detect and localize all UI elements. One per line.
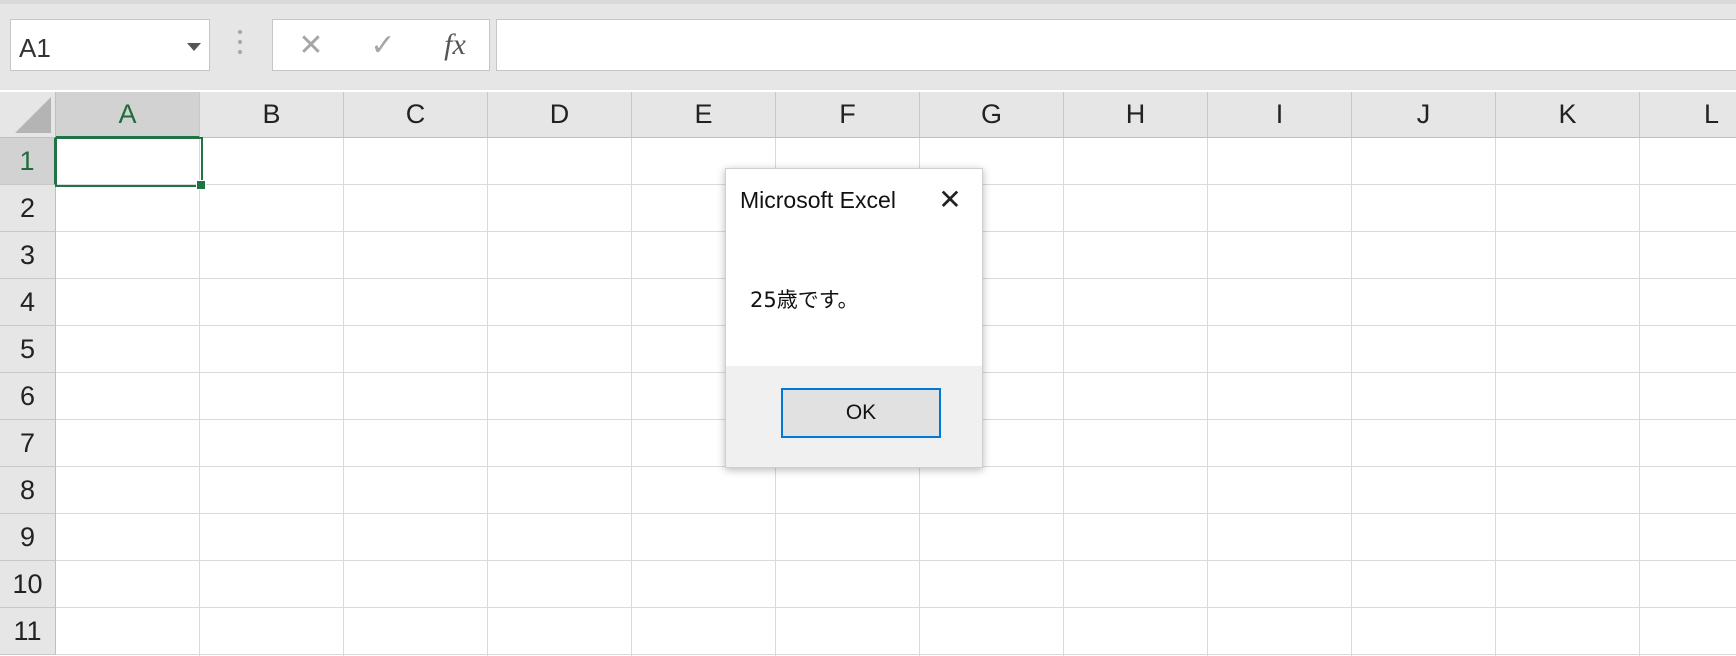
formula-bar-area: A1 ✕ ✓ fx <box>0 0 1736 90</box>
row-header-7[interactable]: 7 <box>0 420 56 467</box>
enter-icon[interactable]: ✓ <box>353 20 413 70</box>
gridline-vertical <box>631 138 632 656</box>
fill-handle[interactable] <box>196 180 206 190</box>
gridline-vertical <box>1063 138 1064 656</box>
close-icon[interactable]: ✕ <box>930 179 970 219</box>
name-box[interactable]: A1 <box>10 19 210 71</box>
row-header-9[interactable]: 9 <box>0 514 56 561</box>
function-icon[interactable]: fx <box>425 20 485 70</box>
gridline-vertical <box>199 138 200 656</box>
gridline-horizontal <box>56 654 1736 655</box>
select-all-triangle-icon <box>15 97 51 133</box>
row-header-11[interactable]: 11 <box>0 608 56 655</box>
gridline-horizontal <box>56 513 1736 514</box>
row-header-5[interactable]: 5 <box>0 326 56 373</box>
column-header-k[interactable]: K <box>1496 92 1640 138</box>
row-header-6[interactable]: 6 <box>0 373 56 420</box>
dialog-button-bar: OK <box>726 366 982 467</box>
gridline-vertical <box>487 138 488 656</box>
row-header-1[interactable]: 1 <box>0 138 56 185</box>
gridline-vertical <box>1207 138 1208 656</box>
column-header-l[interactable]: L <box>1640 92 1736 138</box>
ok-button[interactable]: OK <box>781 388 941 438</box>
column-header-f[interactable]: F <box>776 92 920 138</box>
column-header-a[interactable]: A <box>56 92 200 138</box>
ribbon-bottom-edge <box>0 0 1736 4</box>
column-header-h[interactable]: H <box>1064 92 1208 138</box>
message-box-dialog: Microsoft Excel ✕ 25歳です。 OK <box>725 168 983 468</box>
gridline-horizontal <box>56 560 1736 561</box>
resize-grip-icon[interactable] <box>237 30 243 60</box>
formula-buttons: ✕ ✓ fx <box>272 19 490 71</box>
dialog-title: Microsoft Excel <box>740 187 896 213</box>
column-header-e[interactable]: E <box>632 92 776 138</box>
column-header-d[interactable]: D <box>488 92 632 138</box>
formula-input[interactable] <box>496 19 1736 71</box>
row-header-8[interactable]: 8 <box>0 467 56 514</box>
column-header-j[interactable]: J <box>1352 92 1496 138</box>
gridline-horizontal <box>56 607 1736 608</box>
gridline-vertical <box>1351 138 1352 656</box>
select-all-button[interactable] <box>0 92 56 138</box>
row-header-3[interactable]: 3 <box>0 232 56 279</box>
row-header-2[interactable]: 2 <box>0 185 56 232</box>
gridline-vertical <box>1639 138 1640 656</box>
active-cell-a1[interactable] <box>55 137 203 187</box>
dialog-message: 25歳です。 <box>750 288 859 312</box>
column-header-b[interactable]: B <box>200 92 344 138</box>
column-header-c[interactable]: C <box>344 92 488 138</box>
column-header-i[interactable]: I <box>1208 92 1352 138</box>
gridline-vertical <box>1495 138 1496 656</box>
cancel-icon[interactable]: ✕ <box>281 20 341 70</box>
row-header-4[interactable]: 4 <box>0 279 56 326</box>
name-box-value: A1 <box>19 33 51 63</box>
column-header-g[interactable]: G <box>920 92 1064 138</box>
row-header-10[interactable]: 10 <box>0 561 56 608</box>
chevron-down-icon[interactable] <box>187 43 201 51</box>
gridline-vertical <box>343 138 344 656</box>
